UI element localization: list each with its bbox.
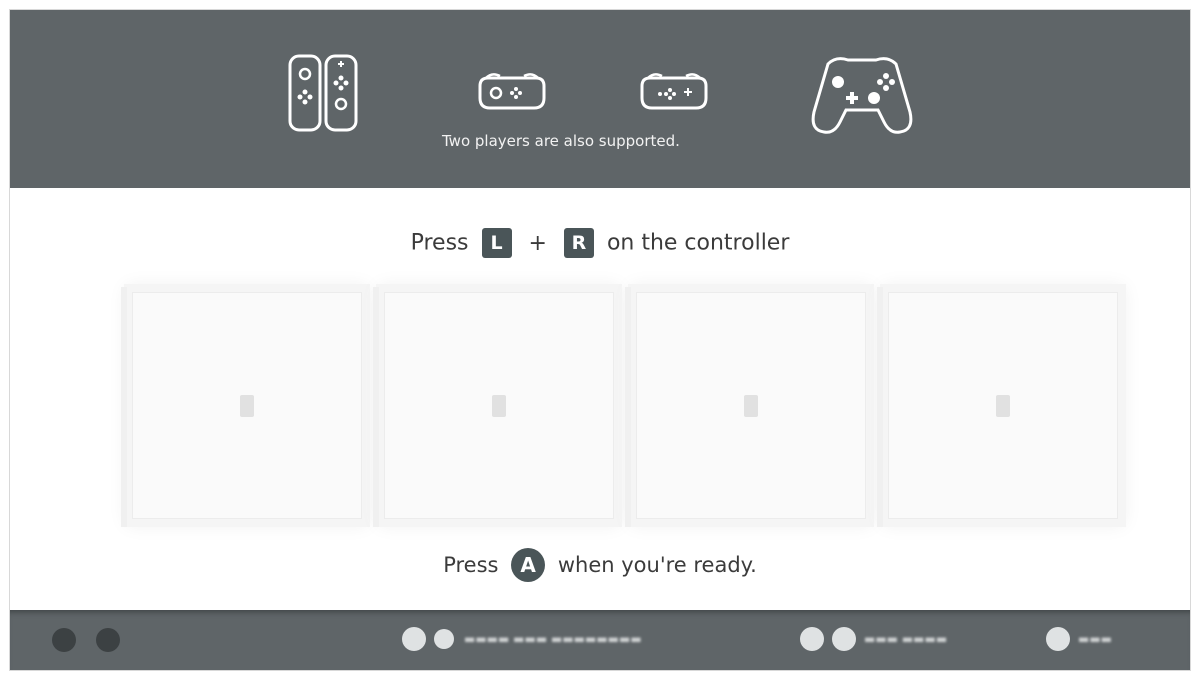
controller-pairing-screen: Two players are also supported. Press L …	[10, 10, 1190, 670]
button-hint-icon	[434, 629, 454, 649]
joycon-sideways-left-icon	[478, 73, 546, 110]
instruction-prefix: Press	[410, 230, 469, 256]
pairing-instruction: Press L + R on the controller	[10, 228, 1190, 258]
button-hint-3[interactable]: ▬▬▬	[1046, 627, 1146, 653]
button-hint-icon	[1046, 627, 1070, 651]
button-hint-icon	[800, 627, 824, 651]
player-slot-indicator	[492, 394, 506, 417]
button-hint-label: ▬▬▬ ▬▬▬▬	[864, 632, 948, 646]
button-hint-label: ▬▬▬	[1078, 632, 1113, 646]
a-button-glyph[interactable]: A	[511, 548, 546, 582]
status-dot-icon	[96, 628, 120, 652]
status-dot-icon	[52, 628, 76, 652]
pro-controller-icon	[811, 57, 913, 134]
player-slot-indicator	[996, 394, 1010, 417]
ready-prefix: Press	[443, 553, 499, 577]
bottom-button-guide: ▬▬▬▬ ▬▬▬ ▬▬▬▬▬▬▬▬ ▬▬▬ ▬▬▬▬ ▬▬▬	[10, 610, 1190, 670]
player-slot-3	[625, 287, 866, 527]
player-slot-2	[373, 287, 614, 527]
slot-divider	[121, 287, 127, 527]
button-hint-icon	[402, 627, 426, 651]
slot-divider	[877, 287, 883, 527]
ready-suffix: when you're ready.	[557, 553, 757, 577]
player-slot-4	[877, 287, 1118, 527]
button-hint-icon	[832, 627, 856, 651]
l-button-glyph: L	[481, 228, 512, 258]
button-hint-1[interactable]: ▬▬▬▬ ▬▬▬ ▬▬▬▬▬▬▬▬	[402, 627, 762, 653]
joycon-sideways-right-icon	[640, 73, 708, 110]
button-hint-label: ▬▬▬▬ ▬▬▬ ▬▬▬▬▬▬▬▬	[464, 632, 642, 646]
ready-instruction: Press A when you're ready.	[10, 548, 1190, 582]
r-button-glyph: R	[563, 228, 594, 258]
player-slots	[102, 287, 1132, 527]
joycon-pair-icon	[288, 54, 358, 132]
instruction-suffix: on the controller	[606, 230, 790, 256]
controller-status-icons	[52, 628, 122, 652]
supported-controllers-banner: Two players are also supported.	[10, 10, 1190, 188]
two-players-caption: Two players are also supported.	[442, 132, 680, 150]
player-slot-indicator	[744, 394, 758, 417]
button-hint-2[interactable]: ▬▬▬ ▬▬▬▬	[800, 627, 990, 653]
plus-sign: +	[528, 230, 547, 256]
player-slot-1	[121, 287, 362, 527]
slot-divider	[373, 287, 379, 527]
slot-divider	[625, 287, 631, 527]
player-slot-indicator	[240, 394, 254, 417]
